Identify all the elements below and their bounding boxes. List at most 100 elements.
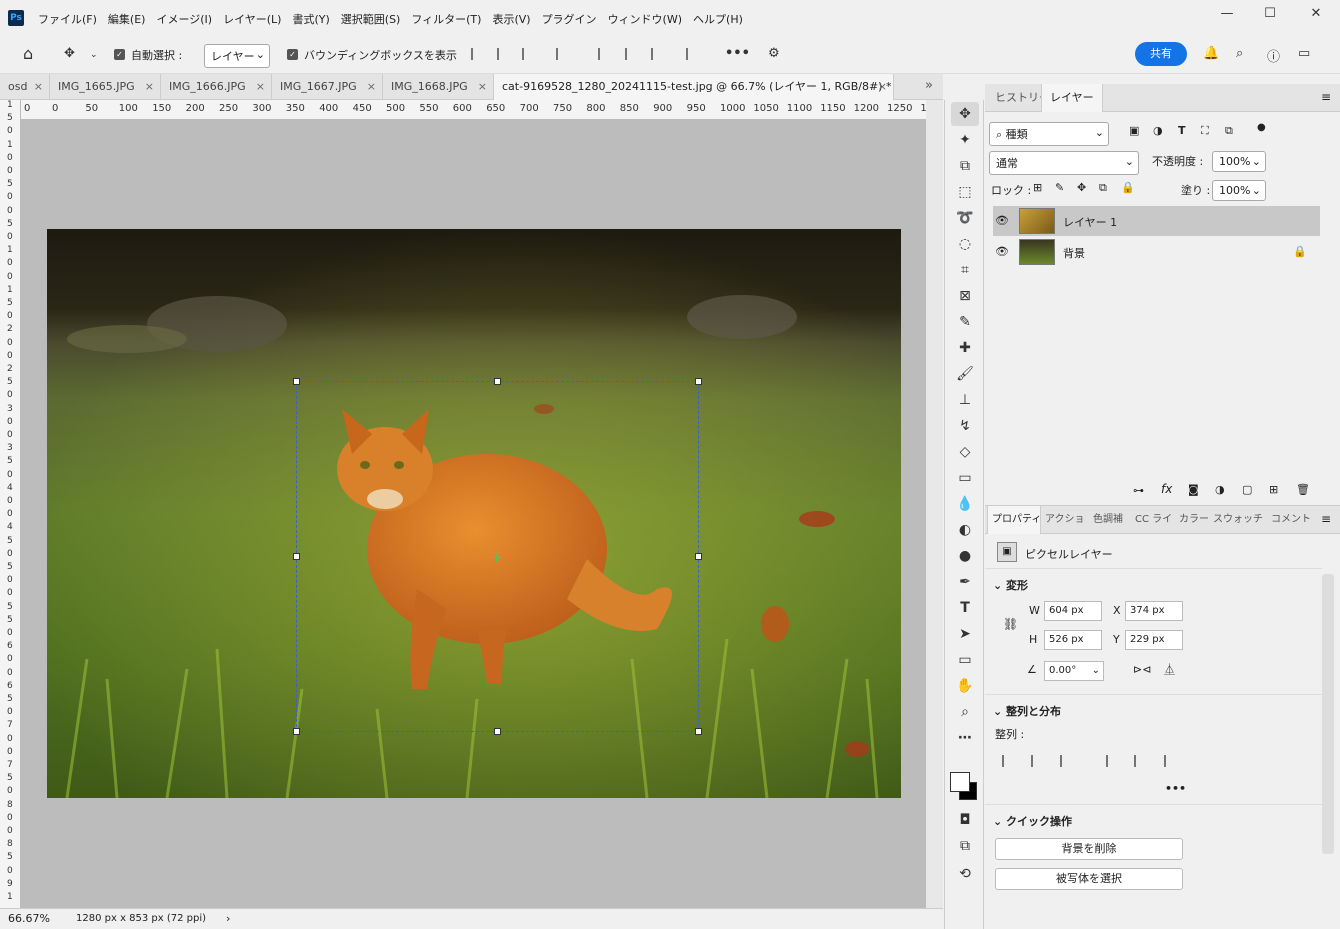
add-mask-icon[interactable]: ◙: [1188, 483, 1199, 496]
close-tab-icon[interactable]: ×: [34, 74, 43, 100]
path-select-icon[interactable]: ➤: [951, 622, 979, 646]
help-icon[interactable]: ⓘ: [1267, 46, 1280, 65]
filter-adjust-icon[interactable]: ◑: [1153, 124, 1163, 137]
canvas-scrollbar[interactable]: [926, 100, 943, 908]
foreground-color-swatch[interactable]: [950, 772, 970, 792]
eyedropper-icon[interactable]: ✎: [951, 310, 979, 334]
layer-row[interactable]: 👁 レイヤー 1: [993, 206, 1320, 236]
select-subject-button[interactable]: 被写体を選択: [995, 868, 1183, 890]
align-right-icon[interactable]: [522, 48, 534, 60]
properties-tab[interactable]: 色調補: [1089, 506, 1131, 534]
move-tool-icon[interactable]: ✥: [64, 46, 75, 61]
lock-all-icon[interactable]: 🔒: [1121, 181, 1135, 194]
filter-pixel-icon[interactable]: ▣: [1129, 124, 1139, 137]
more-tools-icon[interactable]: ⋯: [951, 726, 979, 750]
properties-scrollbar[interactable]: [1322, 574, 1334, 854]
new-layer-icon[interactable]: ⊞: [1269, 483, 1278, 496]
zoom-icon[interactable]: ⌕: [951, 700, 979, 724]
more-options-icon[interactable]: •••: [725, 46, 750, 61]
smudge-icon[interactable]: ●: [951, 544, 979, 568]
align-top-icon[interactable]: [598, 48, 610, 60]
align-right-icon[interactable]: [1060, 755, 1072, 767]
opacity-input[interactable]: 100% ⌄: [1212, 151, 1266, 172]
transform-bounding-box[interactable]: ✛: [293, 378, 702, 735]
align-top-icon[interactable]: [1106, 755, 1118, 767]
align-bottom-icon[interactable]: [1164, 755, 1176, 767]
gear-icon[interactable]: ⚙: [768, 46, 780, 61]
adjustment-layer-icon[interactable]: ◑: [1215, 483, 1225, 496]
align-vcenter-icon[interactable]: [1134, 755, 1146, 767]
screen-mode-icon[interactable]: ⧉: [951, 834, 979, 858]
chevron-down-icon[interactable]: ⌄: [90, 50, 98, 60]
menu-item[interactable]: 選択範囲(S): [341, 11, 401, 27]
layer-row[interactable]: 👁 背景 🔒: [993, 237, 1320, 267]
status-arrow-icon[interactable]: ›: [226, 912, 230, 925]
align-hcenter-icon[interactable]: [497, 48, 509, 60]
visibility-eye-icon[interactable]: 👁: [995, 245, 1009, 258]
bbox-checkbox[interactable]: ✓: [287, 49, 298, 60]
flip-horizontal-icon[interactable]: ⊳⊲: [1133, 663, 1151, 676]
menu-item[interactable]: プラグイン: [542, 11, 597, 27]
transform-handle[interactable]: [695, 378, 702, 385]
quick-mask-icon[interactable]: ◘: [951, 808, 979, 832]
filter-smart-icon[interactable]: ⧉: [1225, 124, 1233, 138]
artboard-icon[interactable]: ⧉: [951, 154, 979, 178]
document-tab[interactable]: IMG_1665.JPG ×: [50, 74, 161, 100]
menu-item[interactable]: イメージ(I): [156, 11, 212, 27]
stamp-icon[interactable]: ⊥: [951, 388, 979, 412]
share-button[interactable]: 共有: [1135, 42, 1187, 66]
remove-background-button[interactable]: 背景を削除: [995, 838, 1183, 860]
menu-item[interactable]: ファイル(F): [38, 11, 97, 27]
lasso-icon[interactable]: ➰: [951, 206, 979, 230]
quick-select-icon[interactable]: ◌: [951, 232, 979, 256]
hand-icon[interactable]: ✋: [951, 674, 979, 698]
document-tab[interactable]: IMG_1666.JPG ×: [161, 74, 272, 100]
zoom-level[interactable]: 66.67%: [8, 912, 50, 925]
panel-menu-icon[interactable]: ≡: [1321, 90, 1331, 104]
brush-icon[interactable]: 🖌: [951, 362, 979, 386]
lock-artboard-icon[interactable]: ⧉: [1099, 181, 1107, 195]
maximize-icon[interactable]: ☐: [1259, 6, 1281, 24]
menu-item[interactable]: 表示(V): [492, 11, 530, 27]
properties-tab[interactable]: カラー: [1175, 506, 1209, 534]
transform-handle[interactable]: [695, 553, 702, 560]
document-tab[interactable]: osd ×: [0, 74, 50, 100]
distribute-icon[interactable]: [556, 48, 568, 60]
close-tab-icon[interactable]: ×: [145, 74, 154, 100]
eraser-icon[interactable]: ◇: [951, 440, 979, 464]
menu-item[interactable]: 編集(E): [108, 11, 146, 27]
filter-type-icon[interactable]: T: [1178, 124, 1186, 137]
menu-item[interactable]: 書式(Y): [292, 11, 329, 27]
filter-shape-icon[interactable]: ⛶: [1201, 124, 1209, 138]
dodge-icon[interactable]: ◐: [951, 518, 979, 542]
filter-toggle-icon[interactable]: ●: [1257, 122, 1266, 133]
magic-wand-icon[interactable]: ✦: [951, 128, 979, 152]
search-icon[interactable]: ⌕: [1236, 46, 1243, 61]
document-tab[interactable]: IMG_1668.JPG ×: [383, 74, 494, 100]
lock-position-icon[interactable]: ✥: [1077, 181, 1086, 194]
link-chain-icon[interactable]: ⛓: [1003, 617, 1018, 631]
width-input[interactable]: 604 px: [1044, 601, 1102, 621]
align-hcenter-icon[interactable]: [1031, 755, 1043, 767]
document-image[interactable]: ✛: [47, 229, 901, 798]
align-vcenter-icon[interactable]: [625, 48, 637, 60]
fill-input[interactable]: 100% ⌄: [1212, 180, 1266, 201]
crop-icon[interactable]: ⌗: [951, 258, 979, 282]
minimize-icon[interactable]: —: [1216, 6, 1238, 24]
align-left-icon[interactable]: [471, 48, 483, 60]
fx-icon[interactable]: fx: [1161, 482, 1172, 496]
transform-handle[interactable]: [293, 728, 300, 735]
close-tab-icon[interactable]: ×: [478, 74, 487, 100]
align-left-icon[interactable]: [1002, 755, 1014, 767]
menu-item[interactable]: レイヤー(L): [223, 11, 281, 27]
y-input[interactable]: 229 px: [1125, 630, 1183, 650]
tabs-overflow-icon[interactable]: »: [925, 78, 933, 93]
menu-item[interactable]: フィルター(T): [411, 11, 481, 27]
bell-icon[interactable]: 🔔: [1203, 46, 1219, 61]
lock-transparent-icon[interactable]: ⊞: [1033, 181, 1042, 194]
more-align-icon[interactable]: •••: [1165, 782, 1186, 795]
document-tab[interactable]: cat-9169528_1280_20241115-test.jpg @ 66.…: [494, 74, 894, 100]
move-tool-icon[interactable]: ✥: [951, 102, 979, 126]
properties-tab[interactable]: スウォッチ: [1209, 506, 1267, 534]
distribute-v-icon[interactable]: [686, 48, 698, 60]
